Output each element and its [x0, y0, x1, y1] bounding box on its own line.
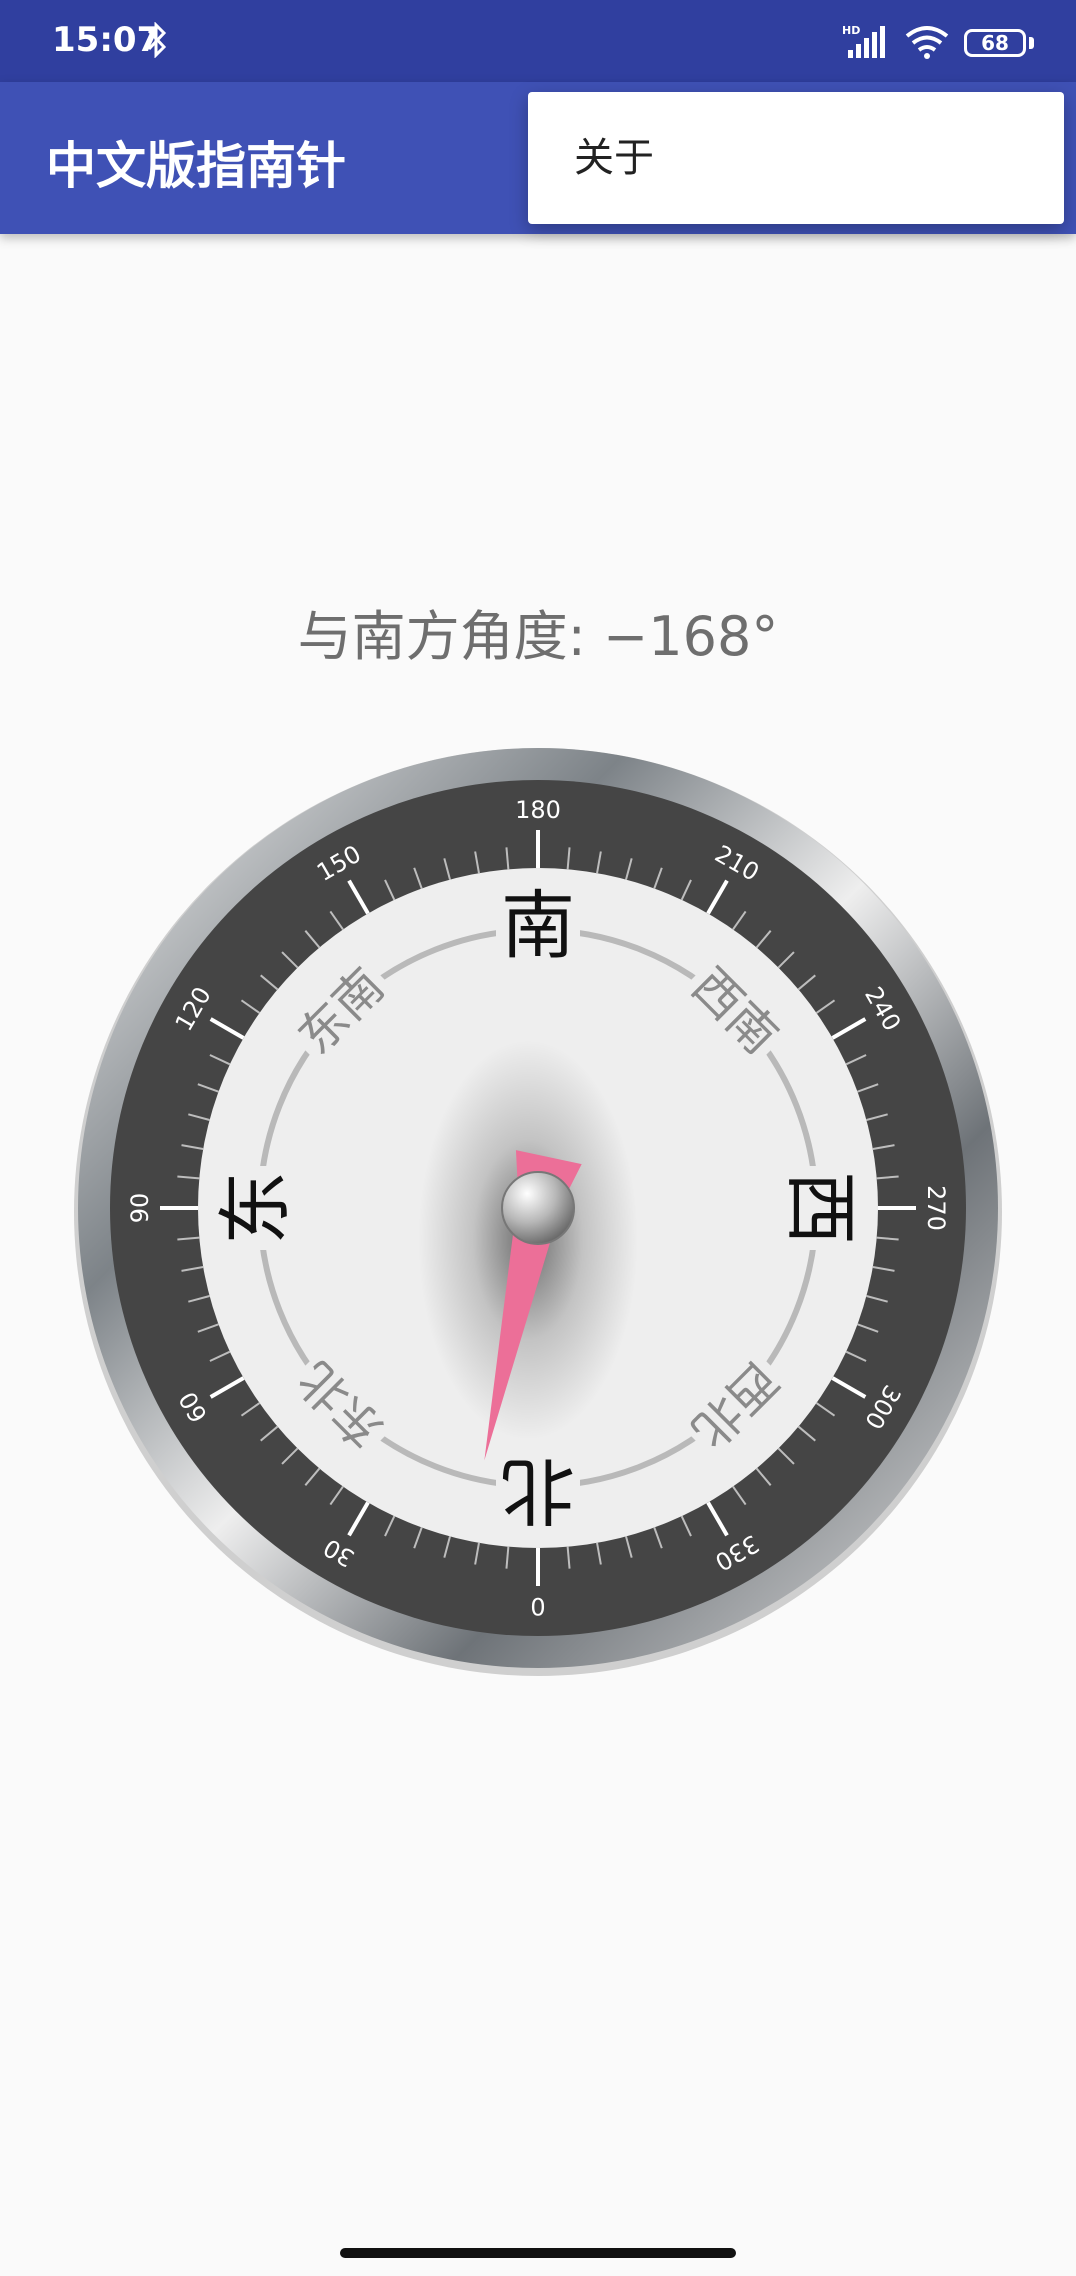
compass-dial: 0306090120150180210240270300330 南北东 西东南 西南… — [74, 748, 1002, 1676]
angle-readout: 与南方角度: −168° — [297, 605, 779, 668]
overflow-menu: 关于 — [528, 92, 1064, 224]
compass: 0 30 60 90 120 150 180 210 240 270 300 330 南北东西东南 西南… — [70, 740, 1006, 1676]
status-bar: 15:07 HD 68 — [0, 0, 1076, 82]
app-title: 中文版指南针 — [46, 137, 346, 195]
degree-label: 0 — [530, 1592, 545, 1620]
needle-hub — [501, 1171, 575, 1245]
battery-icon: 68 — [964, 29, 1026, 57]
direction-label-east: 东 — [213, 1171, 299, 1245]
home-indicator — [340, 2248, 736, 2258]
signal-icon: HD — [842, 24, 885, 58]
direction-label-north: 北 — [501, 1447, 575, 1533]
battery-tip — [1029, 37, 1034, 49]
degree-label: 180 — [515, 796, 561, 824]
direction-label-south: 南 — [501, 883, 575, 969]
degree-label: 90 — [126, 1193, 154, 1224]
battery-level: 68 — [981, 31, 1009, 55]
network-badge: HD — [842, 24, 860, 37]
menu-item-about[interactable]: 关于 — [528, 92, 1064, 224]
bluetooth-icon — [147, 22, 167, 58]
direction-label-west: 西 — [777, 1171, 863, 1245]
wifi-icon — [905, 26, 949, 59]
degree-label: 270 — [922, 1185, 950, 1231]
status-time: 15:07 — [52, 20, 161, 60]
